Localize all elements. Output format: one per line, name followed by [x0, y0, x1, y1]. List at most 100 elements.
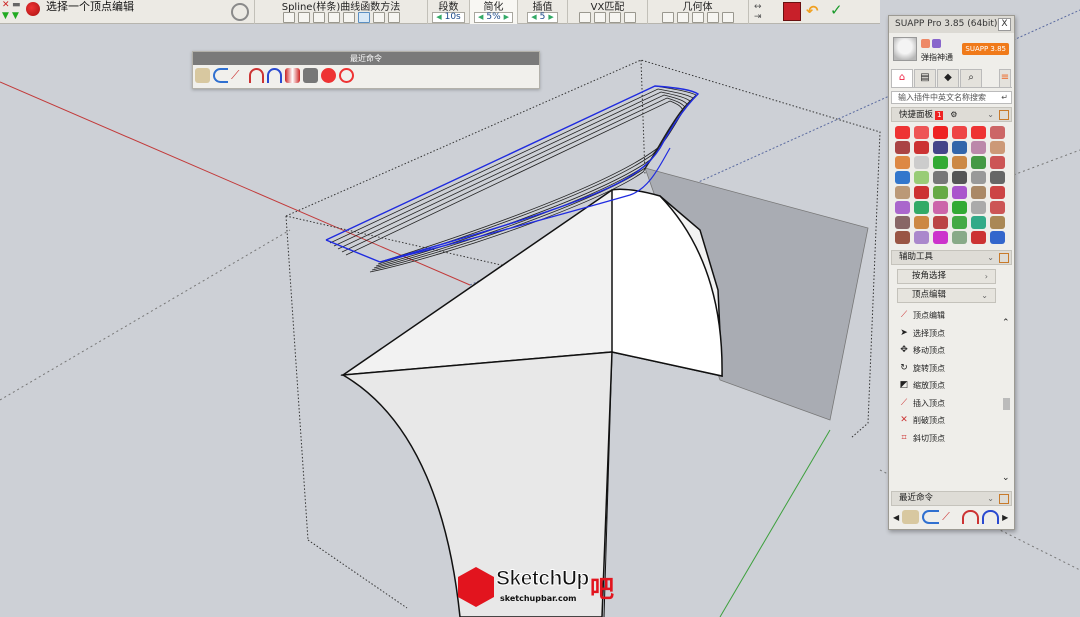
tool-icon[interactable]: [895, 231, 910, 244]
tool-icon[interactable]: [914, 186, 929, 199]
tool-icon[interactable]: [933, 171, 948, 184]
vertex-edit-submenu[interactable]: 顶点编辑 ⌄: [897, 288, 996, 303]
tab-menu-icon[interactable]: ≡: [999, 69, 1011, 87]
tool-icon[interactable]: [933, 141, 948, 154]
vx-2-button[interactable]: [594, 11, 606, 23]
tool-icon[interactable]: [971, 231, 986, 244]
curve-icon[interactable]: [922, 510, 940, 524]
cube-icon[interactable]: [303, 68, 318, 83]
extrude-icon[interactable]: [285, 68, 300, 83]
close-button[interactable]: X: [998, 18, 1011, 31]
tool-icon[interactable]: [914, 126, 929, 139]
arch-icon[interactable]: [962, 510, 980, 524]
decrease-icon[interactable]: ◀: [478, 13, 483, 21]
list-item[interactable]: ⌗ 斜切顶点: [893, 430, 1014, 448]
spline-bezier-button[interactable]: [312, 11, 325, 23]
spline-arc2-button[interactable]: [342, 11, 355, 23]
tab-search-icon[interactable]: ⌕: [960, 69, 982, 87]
interp-stepper[interactable]: ◀ 5 ▶: [527, 11, 558, 23]
tool-icon[interactable]: [914, 231, 929, 244]
list-item[interactable]: ✥ 移动顶点: [893, 342, 1014, 360]
tool-icon[interactable]: [990, 231, 1005, 244]
tool-icon[interactable]: [933, 231, 948, 244]
surface-icon[interactable]: [902, 510, 920, 524]
enter-icon[interactable]: ↵: [1001, 92, 1008, 103]
popout-icon[interactable]: [999, 494, 1009, 504]
quick-panel-header[interactable]: 快捷面板 1 ⚙ ⌄: [891, 107, 1012, 122]
spline-arch-button[interactable]: [357, 11, 370, 23]
tool-icon[interactable]: [971, 171, 986, 184]
tool-icon[interactable]: [990, 141, 1005, 154]
exit-icon[interactable]: [783, 2, 801, 21]
tool-icon[interactable]: [971, 201, 986, 214]
increase-icon[interactable]: ▶: [548, 13, 553, 21]
tab-bucket-icon[interactable]: ◆: [937, 69, 959, 87]
list-item[interactable]: ⟋ 插入顶点: [893, 395, 1014, 413]
tool-icon[interactable]: [933, 216, 948, 229]
vx-4-button[interactable]: [624, 11, 636, 23]
chevron-down-icon[interactable]: ⌄: [987, 492, 994, 505]
tool-icon[interactable]: [895, 141, 910, 154]
tool-icon[interactable]: [952, 201, 967, 214]
vertex-edit-icon[interactable]: ⟋: [231, 68, 246, 83]
list-item[interactable]: ↻ 旋转顶点: [893, 360, 1014, 378]
tool-icon[interactable]: [952, 231, 967, 244]
geom-1-button[interactable]: [661, 11, 674, 23]
hex-outline-icon[interactable]: [339, 68, 354, 83]
surface-icon[interactable]: [195, 68, 210, 83]
tab-home-icon[interactable]: ⌂: [891, 69, 913, 87]
popout-icon[interactable]: [999, 253, 1009, 263]
tool-icon[interactable]: [952, 141, 967, 154]
version-button[interactable]: SUAPP 3.85: [962, 43, 1009, 55]
vx-3-button[interactable]: [609, 11, 621, 23]
tool-icon[interactable]: [990, 156, 1005, 169]
recent-header[interactable]: 最近命令 ⌄: [891, 491, 1012, 506]
tool-icon[interactable]: [971, 216, 986, 229]
spline-s2-button[interactable]: [387, 11, 400, 23]
tool-icon[interactable]: [990, 171, 1005, 184]
vx-1-button[interactable]: [579, 11, 591, 23]
tool-icon[interactable]: [914, 216, 929, 229]
select-by-angle-button[interactable]: 按角选择 ›: [897, 269, 996, 284]
arrow-down-icon-2[interactable]: ▼: [12, 11, 19, 21]
geom-3-button[interactable]: [691, 11, 704, 23]
geom-2-button[interactable]: [676, 11, 689, 23]
tab-list-icon[interactable]: ▤: [914, 69, 936, 87]
spline-s-button[interactable]: [372, 11, 385, 23]
curve-icon[interactable]: [213, 68, 228, 83]
spline-arc-button[interactable]: [327, 11, 340, 23]
tool-icon[interactable]: [990, 216, 1005, 229]
search-input[interactable]: 输入插件中英文名称搜索 ↵: [891, 91, 1012, 104]
tool-icon[interactable]: [952, 171, 967, 184]
scrollbar-thumb[interactable]: [1003, 398, 1010, 410]
tool-icon[interactable]: [952, 126, 967, 139]
tool-icon[interactable]: [895, 201, 910, 214]
aux-tools-header[interactable]: 辅助工具 ⌄: [891, 250, 1012, 265]
tool-icon[interactable]: [952, 156, 967, 169]
tool-icon[interactable]: [914, 171, 929, 184]
decrease-icon[interactable]: ◀: [436, 13, 441, 21]
shapes-icon[interactable]: [26, 2, 40, 16]
tool-icon[interactable]: [895, 216, 910, 229]
tool-icon[interactable]: [952, 216, 967, 229]
tool-icon[interactable]: [952, 186, 967, 199]
popout-icon[interactable]: [999, 110, 1009, 120]
chevron-down-icon[interactable]: ⌄: [987, 251, 994, 264]
arch-blue-icon[interactable]: [982, 510, 1000, 524]
tool-icon[interactable]: [971, 156, 986, 169]
vertex-edit-icon[interactable]: ⟋: [942, 510, 959, 524]
tool-icon[interactable]: [914, 141, 929, 154]
tool-icon[interactable]: [914, 201, 929, 214]
tool-icon[interactable]: [933, 201, 948, 214]
tool-icon[interactable]: [933, 186, 948, 199]
segments-stepper[interactable]: ◀ 10s: [432, 11, 465, 23]
tool-icon[interactable]: [990, 186, 1005, 199]
tool-icon[interactable]: [990, 201, 1005, 214]
simplify-stepper[interactable]: ◀ 5% ▶: [473, 11, 514, 23]
chevron-left-icon[interactable]: ◀: [893, 513, 899, 522]
spline-line-button[interactable]: [282, 11, 295, 23]
tool-icon[interactable]: [990, 126, 1005, 139]
arch-blue-icon[interactable]: [267, 68, 282, 83]
decrease-icon[interactable]: ◀: [531, 13, 536, 21]
list-item[interactable]: ⟋ 顶点编辑: [893, 307, 1014, 325]
